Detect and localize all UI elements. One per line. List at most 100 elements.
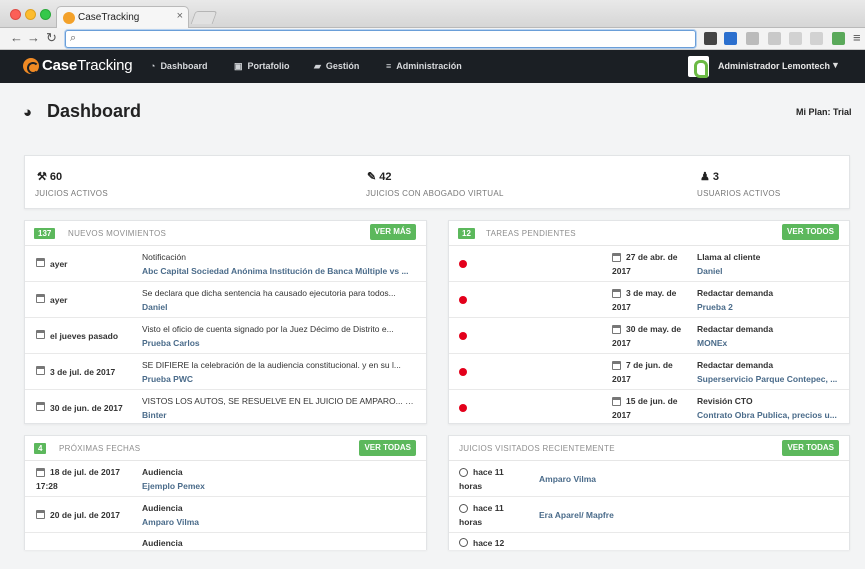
casetracking-logo-icon[interactable] — [23, 58, 39, 74]
calendar-icon — [612, 361, 621, 370]
list-item[interactable]: hace 11 horas Era Aparel/ Mapfre — [449, 497, 849, 533]
new-tab-button[interactable] — [190, 11, 218, 24]
forward-arrow-icon[interactable]: → — [27, 31, 40, 45]
briefcase-icon: ▣ — [234, 61, 243, 71]
calendar-icon — [36, 258, 45, 267]
calendar-icon — [36, 468, 45, 477]
panel-juicios-visitados: JUICIOS VISITADOS RECIENTEMENTE VER TODA… — [448, 435, 850, 550]
task-link[interactable]: Prueba 2 — [697, 302, 842, 312]
status-dot — [459, 404, 467, 412]
list-item[interactable]: 3 de jul. de 2017 SE DIFIERE la celebrac… — [25, 354, 426, 390]
task-title: Redactar demanda — [697, 324, 774, 334]
ver-todas-button[interactable]: VER TODAS — [782, 440, 839, 456]
count-badge: 137 — [34, 228, 56, 239]
calendar-icon — [36, 402, 45, 411]
panel-title: TAREAS PENDIENTES — [486, 229, 576, 238]
nav-portafolio[interactable]: ▣ Portafolio — [234, 61, 290, 72]
item-year: 2017 — [612, 374, 631, 384]
status-dot — [459, 296, 467, 304]
task-row[interactable]: 27 de abr. de 2017 Llama al cliente Dani… — [449, 246, 849, 282]
extension-icon[interactable] — [832, 32, 845, 45]
stat-usuarios-activos[interactable]: ♟ 3 — [700, 170, 719, 183]
item-link[interactable]: Prueba PWC — [142, 374, 417, 384]
user-menu[interactable]: Administrador Lemontech — [718, 61, 830, 71]
stat-juicios-activos[interactable]: ⚒ 60 — [37, 170, 62, 183]
item-link[interactable]: Daniel — [142, 302, 417, 312]
item-link[interactable]: Binter — [142, 410, 417, 420]
item-date: 15 de jun. de — [626, 396, 678, 406]
task-row[interactable]: 7 de jun. de 2017 Redactar demanda Super… — [449, 354, 849, 390]
status-dot — [459, 368, 467, 376]
item-title: Visto el oficio de cuenta signado por la… — [142, 324, 394, 334]
item-date: el jueves pasado — [50, 331, 119, 341]
calendar-icon — [36, 330, 45, 339]
task-row[interactable]: 3 de may. de 2017 Redactar demanda Prueb… — [449, 282, 849, 318]
task-link[interactable]: Daniel — [697, 266, 842, 276]
dashboard-icon: ◕ — [23, 104, 33, 121]
address-bar[interactable]: ⌕ — [65, 30, 696, 48]
chevron-down-icon[interactable]: ▼ — [831, 60, 840, 70]
stats-card: ⚒ 60 JUICIOS ACTIVOS ✎ 42 JUICIOS CON AB… — [24, 155, 850, 209]
list-item[interactable]: el jueves pasado Visto el oficio de cuen… — [25, 318, 426, 354]
back-arrow-icon[interactable]: ← — [10, 31, 23, 45]
panel-header: 12 TAREAS PENDIENTES VER TODOS — [449, 221, 849, 246]
dropbox-extension-icon[interactable] — [789, 32, 802, 45]
item-date: 27 de abr. de — [626, 252, 678, 262]
panel-title: PRÓXIMAS FECHAS — [59, 444, 141, 453]
calendar-icon — [612, 325, 621, 334]
minimize-window-button[interactable] — [25, 9, 36, 20]
list-item[interactable]: hace 11 horas Amparo Vilma — [449, 461, 849, 497]
item-title: VISTOS LOS AUTOS, SE RESUELVE EN EL JUIC… — [142, 396, 417, 406]
task-row[interactable]: 15 de jun. de 2017 Revisión CTO Contrato… — [449, 390, 849, 426]
case-link[interactable]: Era Aparel/ Mapfre — [539, 510, 829, 520]
event-link[interactable]: Amparo Vilma — [142, 517, 417, 527]
item-year: 2017 — [612, 302, 631, 312]
task-link[interactable]: Contrato Obra Publica, precios u... — [697, 410, 842, 420]
nav-gestion[interactable]: ▰ Gestión — [314, 61, 359, 72]
case-link[interactable]: Amparo Vilma — [539, 474, 829, 484]
task-row[interactable]: 30 de may. de 2017 Redactar demanda MONE… — [449, 318, 849, 354]
evernote-extension-icon[interactable] — [704, 32, 717, 45]
reload-icon[interactable]: ↻ — [46, 31, 57, 45]
event-time: 17:28 — [36, 481, 58, 491]
maximize-window-button[interactable] — [40, 9, 51, 20]
tab-close-icon[interactable]: × — [177, 10, 183, 22]
nav-dashboard[interactable]: ◔ Dashboard — [150, 61, 207, 71]
task-link[interactable]: Superservicio Parque Contepec, ... — [697, 374, 842, 384]
extension-icon[interactable] — [810, 32, 823, 45]
task-link[interactable]: MONEx — [697, 338, 842, 348]
list-item[interactable]: 30 de jun. de 2017 VISTOS LOS AUTOS, SE … — [25, 390, 426, 426]
ver-mas-button[interactable]: VER MÁS — [369, 224, 416, 240]
stat-abogado-virtual[interactable]: ✎ 42 — [367, 170, 392, 183]
list-item[interactable]: 18 de jul. de 2017 17:28 Audiencia Ejemp… — [25, 461, 426, 497]
ver-todas-button[interactable]: VER TODAS — [359, 440, 416, 456]
list-item[interactable]: hace 12 — [449, 533, 849, 569]
browser-tab[interactable]: CaseTracking × — [56, 6, 189, 29]
close-window-button[interactable] — [10, 9, 21, 20]
calendar-icon — [612, 397, 621, 406]
list-item[interactable]: Audiencia — [25, 533, 426, 569]
item-link[interactable]: Prueba Carlos — [142, 338, 417, 348]
avatar[interactable] — [688, 56, 709, 78]
folder-icon: ▰ — [314, 61, 321, 71]
panel-nuevos-movimientos: 137 NUEVOS MOVIMIENTOS VER MÁS ayer Noti… — [24, 220, 427, 424]
tab-title: CaseTracking — [78, 12, 140, 23]
clock-icon — [459, 504, 468, 513]
list-item[interactable]: ayer Se declara que dicha sentencia ha c… — [25, 282, 426, 318]
casetracking-favicon-icon — [63, 12, 75, 24]
nav-administracion[interactable]: ≡ Administración — [386, 61, 462, 71]
task-title: Llama al cliente — [697, 252, 761, 262]
list-item[interactable]: 20 de jul. de 2017 Audiencia Amparo Vilm… — [25, 497, 426, 533]
word-extension-icon[interactable] — [724, 32, 737, 45]
ver-todos-button[interactable]: VER TODOS — [782, 224, 839, 240]
plan-label[interactable]: Mi Plan: Trial — [796, 107, 852, 117]
extension-icon[interactable] — [768, 32, 781, 45]
extension-icon[interactable] — [746, 32, 759, 45]
calendar-icon — [612, 253, 621, 262]
item-link[interactable]: Abc Capital Sociedad Anónima Institución… — [142, 266, 417, 276]
browser-menu-icon[interactable]: ≡ — [853, 31, 861, 45]
list-item[interactable]: ayer Notificación Abc Capital Sociedad A… — [25, 246, 426, 282]
app-logo[interactable]: CaseTracking — [42, 57, 133, 74]
event-link[interactable]: Ejemplo Pemex — [142, 481, 417, 491]
clock-icon — [459, 468, 468, 477]
